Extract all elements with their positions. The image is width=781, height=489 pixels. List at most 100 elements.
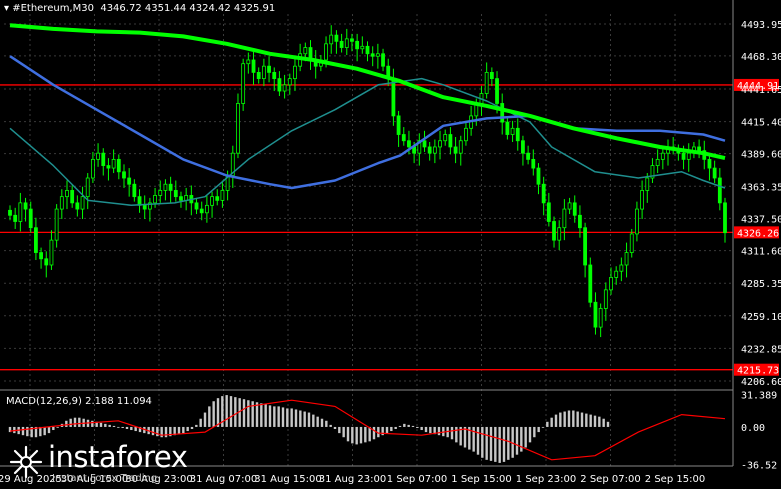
macd-histogram-bar xyxy=(515,426,519,455)
candle-body xyxy=(272,71,277,80)
candle-body xyxy=(495,78,499,104)
candle-body xyxy=(339,40,344,48)
macd-histogram-bar xyxy=(598,416,601,427)
macd-histogram-bar xyxy=(190,426,194,429)
macd-histogram-bar xyxy=(580,412,584,427)
candle-body xyxy=(59,196,64,210)
candle-body xyxy=(407,140,411,148)
macd-histogram-bar xyxy=(455,426,458,443)
candle-body xyxy=(101,152,106,166)
price-tick-label: 4259.10 xyxy=(741,312,781,323)
price-tick-label: 4363.35 xyxy=(741,182,781,193)
candle-body xyxy=(127,177,132,185)
candle-body xyxy=(49,239,54,266)
macd-histogram-bar xyxy=(303,411,306,427)
macd-histogram-bar xyxy=(156,426,159,437)
time-tick-label: 1 Sep 23:00 xyxy=(516,474,576,485)
macd-histogram-bar xyxy=(78,417,81,427)
candle-body xyxy=(526,152,531,160)
macd-histogram-bar xyxy=(411,425,415,427)
macd-header: MACD(12,26,9) 2.188 11.094 xyxy=(6,396,152,407)
candle-body xyxy=(427,146,432,154)
macd-histogram-bar xyxy=(416,426,419,428)
macd-histogram-bar xyxy=(563,411,566,427)
candle-body xyxy=(256,71,261,80)
ma-teal-line xyxy=(9,77,726,207)
candle-body xyxy=(375,53,380,57)
candle-body xyxy=(624,252,629,266)
macd-histogram-bar xyxy=(234,397,237,427)
candle-body xyxy=(707,158,712,169)
candle-body xyxy=(194,202,199,210)
dropdown-icon[interactable]: ▾ xyxy=(4,3,12,14)
macd-histogram-bar xyxy=(125,426,129,429)
candle-body xyxy=(557,227,562,241)
candle-body xyxy=(324,43,328,61)
logo-name: instaforex xyxy=(48,440,188,474)
macd-histogram-bar xyxy=(476,426,480,455)
macd-histogram-bar xyxy=(524,426,527,448)
macd-histogram-bar xyxy=(164,426,168,438)
candle-body xyxy=(391,78,396,117)
macd-histogram-bar xyxy=(424,426,428,433)
macd-histogram-bar xyxy=(134,426,137,432)
macd-histogram-bar xyxy=(485,426,488,460)
candle-body xyxy=(422,140,427,148)
macd-histogram-bar xyxy=(541,426,545,428)
candle-body xyxy=(65,190,69,198)
candle-body xyxy=(686,152,691,160)
macd-histogram-bar xyxy=(286,408,289,427)
macd-histogram-bar xyxy=(73,417,77,427)
macd-histogram-bar xyxy=(26,426,29,437)
candle-body xyxy=(484,71,489,94)
candle-body xyxy=(588,264,593,303)
axes: 4493.95 4468.30 4441.65 4415.40 4389.60 4363.… xyxy=(0,0,781,485)
candle-body xyxy=(142,204,147,210)
macd-histogram-bar xyxy=(372,426,376,440)
candle-body xyxy=(28,208,33,229)
macd-tick-label: 31.389 xyxy=(741,391,777,402)
macd-histogram-bar xyxy=(494,426,497,462)
price-tick-label: 4389.60 xyxy=(741,150,781,161)
macd-histogram-bar xyxy=(559,412,562,427)
macd-histogram-bar xyxy=(277,406,280,427)
candle-body xyxy=(536,167,541,185)
candle-body xyxy=(350,38,354,42)
candle-body xyxy=(111,158,116,169)
macd-histogram-bar xyxy=(325,420,328,427)
candle-body xyxy=(448,134,453,148)
macd-histogram-bar xyxy=(320,418,324,427)
macd-histogram-bar xyxy=(576,411,579,427)
macd-histogram-bar xyxy=(273,406,276,427)
candle-body xyxy=(23,202,28,210)
symbol-label: #Ethereum,M30 xyxy=(12,3,94,14)
candle-body xyxy=(334,34,339,42)
level-label: 4215.73 xyxy=(737,366,779,377)
macd-histogram-bar xyxy=(199,418,202,427)
candle-body xyxy=(598,308,603,328)
macd-histogram-bar xyxy=(502,426,506,462)
candle-body xyxy=(85,177,90,198)
macd-tick-label: -36.52 xyxy=(741,460,777,471)
chart-header: ▾ #Ethereum,M30 4346.72 4351.44 4324.42 … xyxy=(4,3,275,14)
macd-histogram-bar xyxy=(537,426,540,433)
candle-body xyxy=(34,227,38,253)
macd-histogram-bar xyxy=(242,399,246,427)
candle-body xyxy=(464,127,468,142)
candle-body xyxy=(277,78,282,92)
macd-histogram-bar xyxy=(338,426,341,434)
ohlc-values: 4346.72 4351.44 4324.42 4325.91 xyxy=(100,3,276,14)
candle-body xyxy=(438,140,442,148)
candle-body xyxy=(132,183,137,198)
time-tick-label: 31 Aug 07:00 xyxy=(190,474,257,485)
macd-histogram-bar xyxy=(567,410,571,427)
macd-histogram-bar xyxy=(585,413,588,427)
macd-histogram-bar xyxy=(208,406,211,427)
candle-body xyxy=(552,221,556,241)
candle-body xyxy=(75,202,80,210)
candle-body xyxy=(153,195,157,204)
macd-histogram-bar xyxy=(281,407,285,427)
macd-histogram-bar xyxy=(420,426,423,431)
macd-histogram-bar xyxy=(186,426,189,432)
macd-histogram-bar xyxy=(112,425,116,427)
